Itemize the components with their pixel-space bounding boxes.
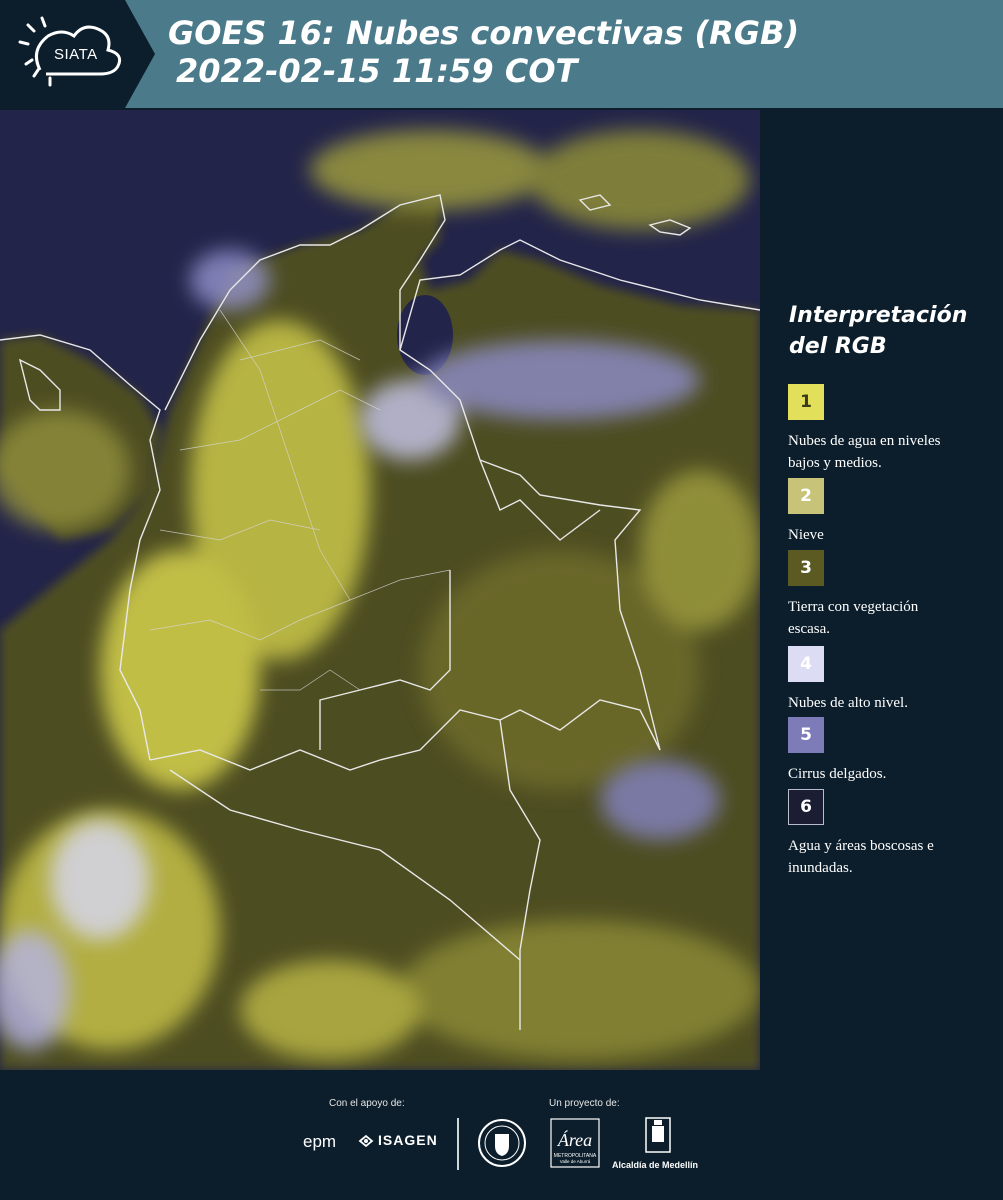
- metro-label-2: Valle de Aburrá: [560, 1159, 591, 1164]
- legend-swatch: 2: [788, 478, 824, 514]
- legend-swatch: 5: [788, 717, 824, 753]
- legend-panel: Interpretación del RGB 1 Nubes de agua e…: [760, 110, 1003, 1070]
- support-label: Con el apoyo de:: [329, 1098, 405, 1109]
- legend-label: Cirrus delgados.: [788, 766, 887, 782]
- svg-text:Área: Área: [557, 1129, 592, 1150]
- alcaldia-crest-icon: [645, 1117, 671, 1153]
- title-line-1: GOES 16: Nubes convectivas (RGB): [168, 14, 800, 52]
- legend-label: Tierra con vegetación escasa.: [788, 599, 919, 637]
- legend-label: Nubes de agua en niveles bajos y medios.: [788, 433, 941, 471]
- legend-title: Interpretación del RGB: [789, 300, 967, 362]
- legend-item: 5 Cirrus delgados.: [788, 717, 998, 785]
- legend-swatch: 3: [788, 550, 824, 586]
- legend-label: Nubes de alto nivel.: [788, 695, 908, 711]
- footer-bar: Con el apoyo de: Un proyecto de: epm ISA…: [0, 1070, 1003, 1200]
- legend-item: 6 Agua y áreas boscosas e inundadas.: [788, 789, 998, 879]
- legend-item: 4 Nubes de alto nivel.: [788, 646, 998, 714]
- alcaldia-label: Alcaldía de Medellín: [612, 1160, 699, 1170]
- logo-text: SIATA: [54, 46, 98, 63]
- legend-swatch: 1: [788, 384, 824, 420]
- page-title: GOES 16: Nubes convectivas (RGB) 2022-02…: [168, 14, 799, 90]
- isagen-logo: ISAGEN: [378, 1132, 438, 1148]
- medellin-seal-icon: [478, 1119, 526, 1167]
- legend-swatch: 6: [788, 789, 824, 825]
- satellite-map[interactable]: [0, 110, 760, 1070]
- header-bar: SIATA GOES 16: Nubes convectivas (RGB) 2…: [0, 0, 1003, 108]
- siata-logo[interactable]: SIATA: [0, 0, 155, 108]
- title-line-2: 2022-02-15 11:59 COT: [176, 52, 578, 90]
- project-label: Un proyecto de:: [549, 1098, 620, 1109]
- legend-item: 1 Nubes de agua en niveles bajos y medio…: [788, 384, 998, 474]
- legend-swatch: 4: [788, 646, 824, 682]
- epm-logo: epm: [303, 1132, 337, 1151]
- legend-item: 2 Nieve: [788, 478, 998, 546]
- area-metropolitana-logo: Área METROPOLITANA Valle de Aburrá: [550, 1118, 600, 1168]
- rgb-composite-image: [0, 110, 760, 1070]
- legend-title-line-2: del RGB: [789, 334, 887, 359]
- isagen-icon: [358, 1134, 374, 1148]
- footer-divider: [457, 1118, 459, 1170]
- legend-item: 3 Tierra con vegetación escasa.: [788, 550, 998, 640]
- legend-label: Agua y áreas boscosas e inundadas.: [788, 838, 934, 876]
- legend-label: Nieve: [788, 527, 824, 543]
- legend-title-line-1: Interpretación: [789, 303, 968, 328]
